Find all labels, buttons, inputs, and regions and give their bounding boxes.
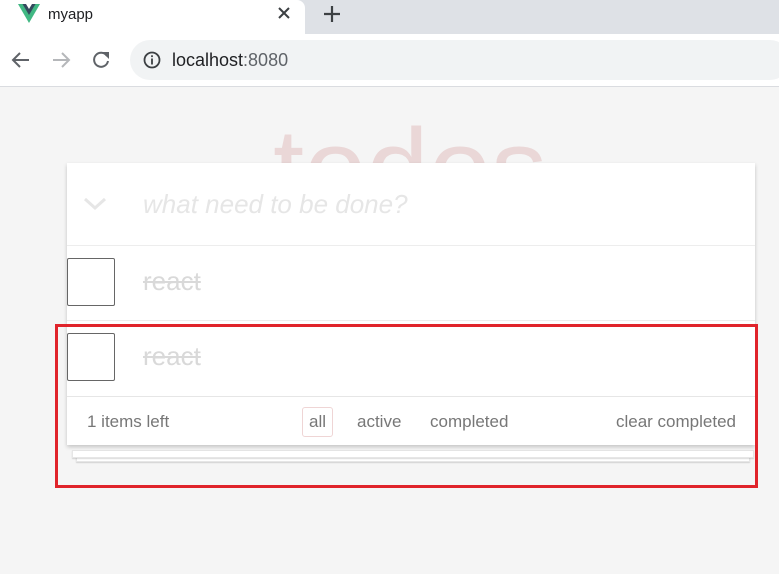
filter-active[interactable]: active: [350, 407, 408, 437]
tab-strip: myapp: [0, 0, 779, 34]
todo-list: react react: [67, 245, 755, 395]
todo-item: react: [67, 245, 755, 320]
todo-label[interactable]: react: [143, 341, 201, 372]
url-port: :8080: [243, 50, 289, 70]
forward-arrow-icon[interactable]: [50, 49, 72, 71]
tab-title: myapp: [48, 6, 94, 23]
reload-icon[interactable]: [90, 49, 112, 71]
todo-checkbox[interactable]: [67, 333, 115, 381]
new-todo-row: [67, 163, 755, 245]
browser-tab[interactable]: myapp: [0, 0, 305, 34]
todo-app-card: react react 1 items left all active comp…: [67, 163, 755, 445]
url-text[interactable]: localhost:8080: [172, 50, 288, 71]
new-todo-input[interactable]: [141, 181, 735, 227]
items-left-count: 1 items left: [87, 412, 170, 431]
address-bar[interactable]: localhost:8080: [130, 40, 779, 80]
chevron-down-icon[interactable]: [81, 193, 109, 213]
todo-label[interactable]: react: [143, 266, 201, 297]
browser-toolbar: localhost:8080: [0, 34, 779, 87]
url-host: localhost: [172, 50, 244, 70]
back-arrow-icon[interactable]: [10, 49, 32, 71]
todo-checkbox[interactable]: [67, 258, 115, 306]
todo-item: react: [67, 320, 755, 395]
close-tab-icon[interactable]: [274, 3, 294, 23]
todo-footer: 1 items left all active completed clear …: [67, 396, 755, 446]
card-stack-shadow: [72, 450, 754, 458]
filter-completed[interactable]: completed: [423, 407, 515, 437]
filter-all[interactable]: all: [302, 407, 334, 437]
clear-completed-button[interactable]: clear completed: [616, 412, 736, 432]
info-icon[interactable]: [142, 50, 162, 70]
new-tab-icon[interactable]: [320, 2, 344, 26]
vue-logo-icon: [18, 4, 40, 23]
